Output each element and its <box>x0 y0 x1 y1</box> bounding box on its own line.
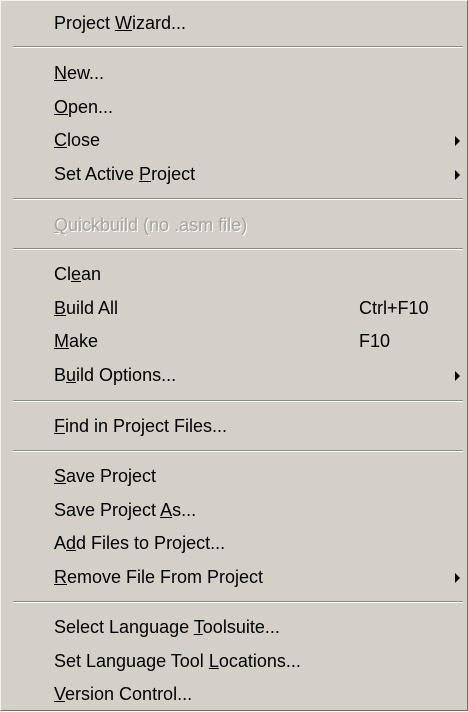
submenu-arrow-icon <box>455 169 460 180</box>
menu-separator <box>13 450 463 452</box>
menu-item-project-wizard[interactable]: Project Wizard... <box>1 7 467 41</box>
menu-item-remove-file-from-project[interactable]: Remove File From Project <box>1 561 467 595</box>
menu-item-new[interactable]: New... <box>1 57 467 91</box>
menu-item-label: Clean <box>54 264 102 284</box>
menu-item-label: Add Files to Project... <box>54 533 226 553</box>
menu-item-label: Version Control... <box>54 684 193 704</box>
menu-item-label: Project Wizard... <box>54 13 187 33</box>
menu-item-select-language-toolsuite[interactable]: Select Language Toolsuite... <box>1 611 467 645</box>
menu-item-find-in-project-files[interactable]: Find in Project Files... <box>1 410 467 444</box>
menu-group-wizard: Project Wizard... <box>1 7 467 41</box>
menu-item-build-all[interactable]: Build All Ctrl+F10 <box>1 292 467 326</box>
menu-item-label: Remove File From Project <box>54 566 264 587</box>
menu-item-label: Set Active Project <box>54 163 196 184</box>
menu-item-set-active-project[interactable]: Set Active Project <box>1 158 467 192</box>
menu-item-add-files-to-project[interactable]: Add Files to Project... <box>1 527 467 561</box>
menu-group-build: Clean Build All Ctrl+F10 Make F10 Build Op… <box>1 258 467 392</box>
menu-item-open[interactable]: Open... <box>1 91 467 125</box>
menu-group-quickbuild: Quickbuild (no .asm file) <box>1 209 467 243</box>
menu-item-make[interactable]: Make F10 <box>1 325 467 359</box>
submenu-arrow-icon <box>455 370 460 381</box>
menu-separator <box>13 248 463 250</box>
menu-item-label: Select Language Toolsuite... <box>54 617 280 637</box>
menu-item-save-project-as[interactable]: Save Project As... <box>1 494 467 528</box>
menu-item-quickbuild: Quickbuild (no .asm file) <box>1 209 467 243</box>
project-menu: Project Wizard... New... Open... Close S… <box>0 0 468 711</box>
menu-item-label: Find in Project Files... <box>54 416 228 436</box>
menu-item-version-control[interactable]: Version Control... <box>1 678 467 712</box>
menu-group-save: Save Project Save Project As... Add File… <box>1 460 467 594</box>
menu-item-set-language-tool-locations[interactable]: Set Language Tool Locations... <box>1 645 467 679</box>
menu-separator <box>13 198 463 200</box>
menu-item-close[interactable]: Close <box>1 124 467 158</box>
menu-item-label: Build All <box>54 297 119 318</box>
menu-item-label: Close <box>54 130 101 150</box>
menu-item-label: New... <box>54 63 105 83</box>
submenu-arrow-icon <box>455 136 460 146</box>
menu-group-project-files: New... Open... Close Set Active Project <box>1 57 467 191</box>
menu-item-label: Save Project As... <box>54 499 197 520</box>
menu-item-clean[interactable]: Clean <box>1 258 467 292</box>
menu-group-find: Find in Project Files... <box>1 410 467 444</box>
menu-item-build-options[interactable]: Build Options... <box>1 359 467 393</box>
menu-group-language: Select Language Toolsuite... Set Languag… <box>1 611 467 712</box>
menu-item-label: Quickbuild (no .asm file) <box>54 215 248 235</box>
menu-item-label: Save Project <box>54 466 157 486</box>
menu-item-label: Build Options... <box>54 364 177 385</box>
submenu-arrow-icon <box>455 572 460 583</box>
menu-item-label: Make <box>54 331 99 351</box>
menu-item-label: Set Language Tool Locations... <box>54 650 301 671</box>
menu-separator <box>13 46 463 48</box>
menu-item-shortcut: F10 <box>359 331 391 351</box>
menu-item-shortcut: Ctrl+F10 <box>359 297 429 318</box>
menu-item-save-project[interactable]: Save Project <box>1 460 467 494</box>
menu-separator <box>13 601 463 603</box>
menu-separator <box>13 400 463 402</box>
menu-item-label: Open... <box>54 96 114 117</box>
